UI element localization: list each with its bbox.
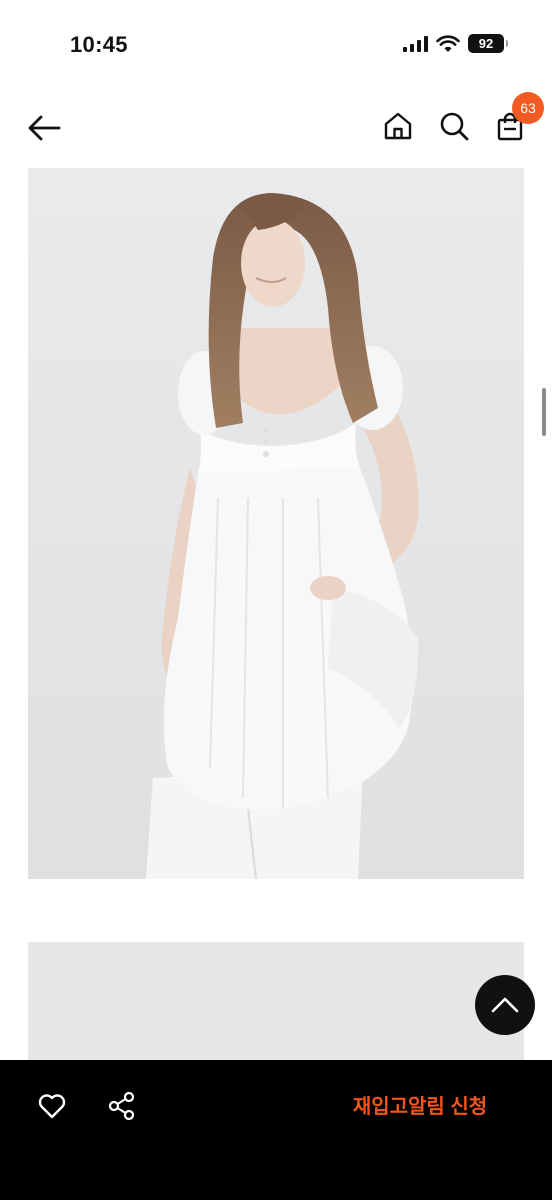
heart-icon: [38, 1094, 66, 1119]
search-icon: [440, 112, 469, 141]
battery-indicator: 92: [468, 34, 508, 53]
cart-count-badge: 63: [512, 92, 544, 124]
scroll-to-top-button[interactable]: [475, 975, 535, 1035]
like-button[interactable]: [34, 1088, 70, 1124]
back-button[interactable]: [26, 110, 62, 146]
chevron-up-icon: [491, 997, 519, 1013]
product-photo: [28, 168, 524, 879]
share-icon: [108, 1091, 135, 1121]
app-header: 63: [0, 90, 552, 166]
header-actions: 63: [380, 92, 544, 144]
restock-alert-button[interactable]: 재입고알림 신청: [330, 1090, 510, 1124]
home-icon: [384, 112, 412, 140]
arrow-left-icon: [28, 115, 61, 141]
status-time: 10:45: [70, 32, 128, 57]
wifi-icon: [436, 34, 460, 52]
share-button[interactable]: [104, 1088, 140, 1124]
bottom-action-bar: 재입고알림 신청: [0, 1060, 552, 1200]
battery-level: 92: [478, 36, 494, 51]
status-icons: 92: [403, 34, 508, 53]
home-button[interactable]: [380, 108, 416, 144]
product-photo-secondary: [28, 942, 524, 1060]
cart-button[interactable]: 63: [492, 92, 544, 144]
cellular-signal-icon: [403, 35, 428, 52]
status-bar: 10:45 92: [0, 0, 552, 90]
scroll-indicator[interactable]: [542, 388, 546, 436]
search-button[interactable]: [436, 108, 472, 144]
product-image-secondary[interactable]: [28, 942, 524, 1060]
product-image-main[interactable]: [28, 168, 524, 879]
